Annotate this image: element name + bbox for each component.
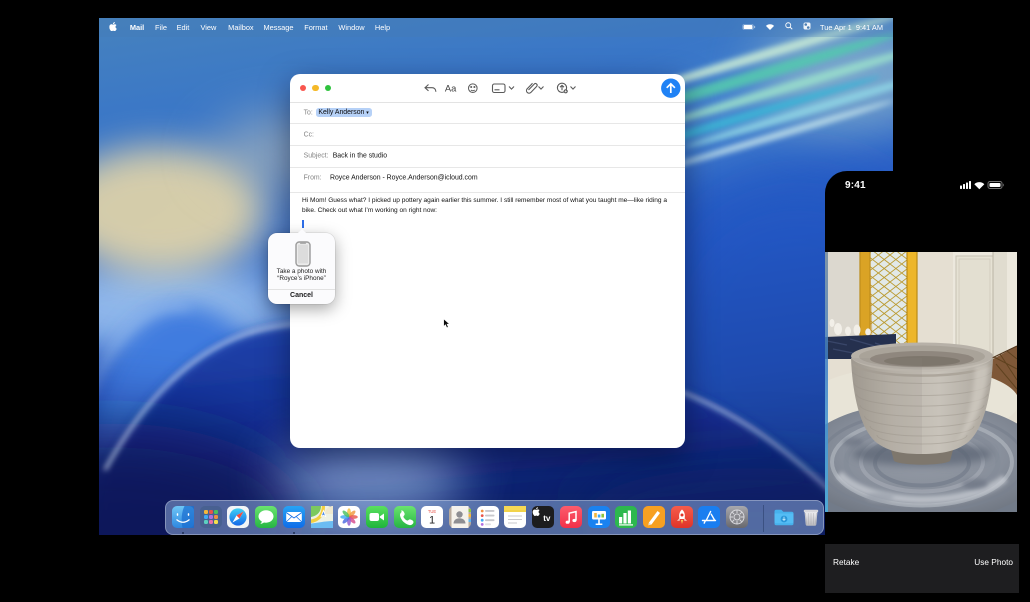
svg-text:TUE: TUE bbox=[428, 509, 437, 514]
svg-text:Aa: Aa bbox=[445, 84, 457, 94]
svg-text:tv: tv bbox=[543, 514, 551, 523]
svg-text:1: 1 bbox=[429, 515, 435, 527]
